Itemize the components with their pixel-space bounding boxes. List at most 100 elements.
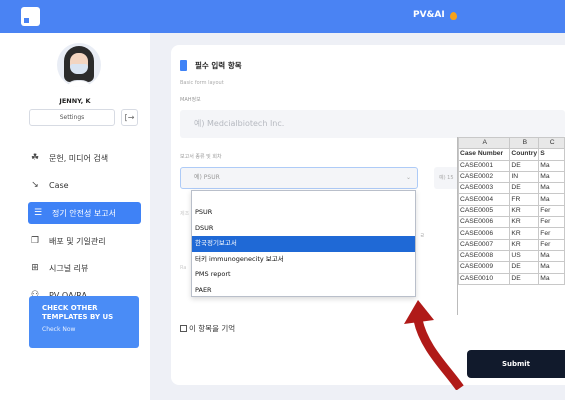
report-type-label: 보고서 종류 및 회차 [180, 154, 222, 160]
dropdown-option[interactable]: PAER [192, 283, 415, 299]
table-cell[interactable]: Fer [538, 204, 565, 218]
table-row: CASE0010 DE Ma [458, 272, 565, 285]
table-cell[interactable]: Fer [538, 227, 565, 240]
table-row: CASE0001 DE Ma [458, 159, 565, 172]
table-cell[interactable]: CASE0002 [458, 170, 511, 184]
obscured-field-label-2: Ra [180, 265, 187, 271]
share-icon: ☘ [30, 153, 40, 163]
table-cell[interactable]: DE [509, 159, 540, 172]
dropdown-option[interactable]: 터키 immunogenecity 보고서 [192, 252, 415, 268]
table-cell[interactable]: B [509, 137, 540, 150]
mah-label: MAH정보 [180, 97, 201, 103]
curved-arrow-icon [404, 300, 464, 390]
sidebar-item-distribution[interactable]: ❐ 배포 및 기일관리 [28, 230, 140, 252]
table-cell[interactable]: CASE0007 [458, 238, 511, 251]
templates-promo-card[interactable]: CHECK OTHER TEMPLATES BY US Check Now [29, 296, 139, 348]
report-type-select[interactable]: 예) PSUR ⌄ [180, 167, 418, 189]
list-icon: ☰ [33, 208, 43, 218]
table-cell[interactable]: A [458, 137, 511, 150]
table-cell[interactable]: KR [509, 238, 540, 251]
app-logo-icon[interactable] [21, 7, 40, 26]
dropdown-option[interactable]: PMS report [192, 267, 415, 283]
remember-checkbox-row[interactable]: 이 항목을 기억 [180, 323, 235, 334]
sidebar-item-case[interactable]: ↘ Case [28, 174, 140, 196]
brand-title: PV&AI [413, 10, 445, 20]
obscured-field-label: 제조 [180, 211, 190, 217]
dropdown-option[interactable]: DSUR [192, 221, 415, 237]
dropdown-option[interactable]: PSUR [192, 205, 415, 221]
report-type-value: 예) PSUR [194, 174, 220, 181]
report-type-dropdown: PSUR DSUR 한국정기보고서 터키 immunogenecity 보고서 … [191, 190, 416, 297]
table-row: CASE0004 FR Ma [458, 193, 565, 206]
submit-button[interactable]: Submit [467, 350, 565, 378]
copy-icon: ❐ [30, 236, 40, 246]
sidebar-item-literature-search[interactable]: ☘ 문헌, 미디어 검색 [28, 147, 140, 169]
table-cell[interactable]: Fer [538, 238, 565, 251]
chevron-down-icon: ⌄ [405, 174, 411, 181]
obscured-side-text: ㄹ [420, 233, 425, 239]
table-row: CASE0006 KR Fer [458, 216, 565, 229]
section-title-text: 필수 입력 항목 [195, 61, 242, 70]
table-cell[interactable]: IN [509, 170, 540, 184]
sidebar-item-label: 시그널 리뷰 [49, 263, 89, 273]
section-marker [180, 60, 187, 71]
table-cell[interactable]: Fer [538, 216, 565, 229]
table-cell[interactable]: CASE0008 [458, 249, 511, 263]
check-now-link[interactable]: Check Now [42, 326, 126, 333]
table-cell[interactable]: DE [509, 261, 540, 274]
table-cell[interactable]: Ma [538, 159, 565, 172]
case-table: A B C Case Number Country S CASE0001 DE Ma CASE00… [458, 137, 565, 285]
table-cell[interactable]: Ma [538, 170, 565, 184]
table-row: CASE0006 KR Fer [458, 227, 565, 240]
table-cell[interactable]: KR [509, 227, 540, 240]
sidebar-item-signal-review[interactable]: ⊞ 시그널 리뷰 [28, 257, 140, 279]
table-cell[interactable]: DE [509, 182, 540, 195]
remember-label: 이 항목을 기억 [189, 324, 236, 333]
avatar [57, 43, 101, 87]
remember-checkbox[interactable] [180, 325, 187, 332]
table-row: CASE0009 DE Ma [458, 261, 565, 274]
table-cell[interactable]: Ma [538, 182, 565, 195]
table-cell[interactable]: Case Number [458, 148, 511, 161]
dropdown-option-selected[interactable]: 한국정기보고서 [192, 236, 415, 252]
table-cell[interactable]: US [509, 249, 540, 263]
section-title: 필수 입력 항목 [180, 60, 242, 71]
table-cell[interactable]: Ma [538, 272, 565, 285]
table-cell[interactable]: CASE0004 [458, 193, 511, 206]
mah-input[interactable]: 예) Medcialbiotech Inc. [180, 110, 565, 138]
chart-icon: ↘ [31, 180, 39, 190]
table-row: CASE0008 US Ma [458, 249, 565, 263]
table-header-row: Case Number Country S [458, 148, 565, 161]
table-row: CASE0002 IN Ma [458, 170, 565, 184]
table-cell[interactable]: Country [509, 148, 540, 161]
table-cell[interactable]: CASE0003 [458, 182, 511, 195]
table-cell[interactable]: CASE0006 [458, 227, 511, 240]
sidebar-item-label: 정기 안전성 보고서 [52, 208, 116, 218]
table-cell[interactable]: CASE0001 [458, 159, 511, 172]
table-cell[interactable]: DE [509, 272, 540, 285]
table-row: CASE0005 KR Fer [458, 204, 565, 218]
settings-button[interactable]: Settings [29, 109, 115, 126]
table-cell[interactable]: CASE0005 [458, 204, 511, 218]
grid-icon: ⊞ [31, 263, 39, 273]
table-cell[interactable]: Ma [538, 249, 565, 263]
table-cell[interactable]: C [538, 137, 565, 150]
promo-line-2: TEMPLATES BY US [42, 313, 114, 321]
table-cell[interactable]: CASE0009 [458, 261, 511, 274]
table-cell[interactable]: KR [509, 216, 540, 229]
sidebar-item-label: 문헌, 미디어 검색 [49, 153, 109, 163]
table-cell[interactable]: CASE0006 [458, 216, 511, 229]
logout-icon[interactable]: [→ [121, 109, 138, 126]
user-name: JENNY, K [59, 97, 91, 105]
table-cell[interactable]: Ma [538, 193, 565, 206]
table-cell[interactable]: CASE0010 [458, 272, 511, 285]
table-cell[interactable]: Ma [538, 261, 565, 274]
table-row: CASE0003 DE Ma [458, 182, 565, 195]
table-cell[interactable]: KR [509, 204, 540, 218]
top-bar: PV&AI [0, 0, 565, 33]
table-cell[interactable]: FR [509, 193, 540, 206]
sidebar-item-periodic-safety-report[interactable]: ☰ 정기 안전성 보고서 [28, 202, 141, 224]
table-cell[interactable]: S [538, 148, 565, 161]
flame-icon [450, 12, 457, 20]
sidebar-item-label: Case [49, 180, 69, 190]
